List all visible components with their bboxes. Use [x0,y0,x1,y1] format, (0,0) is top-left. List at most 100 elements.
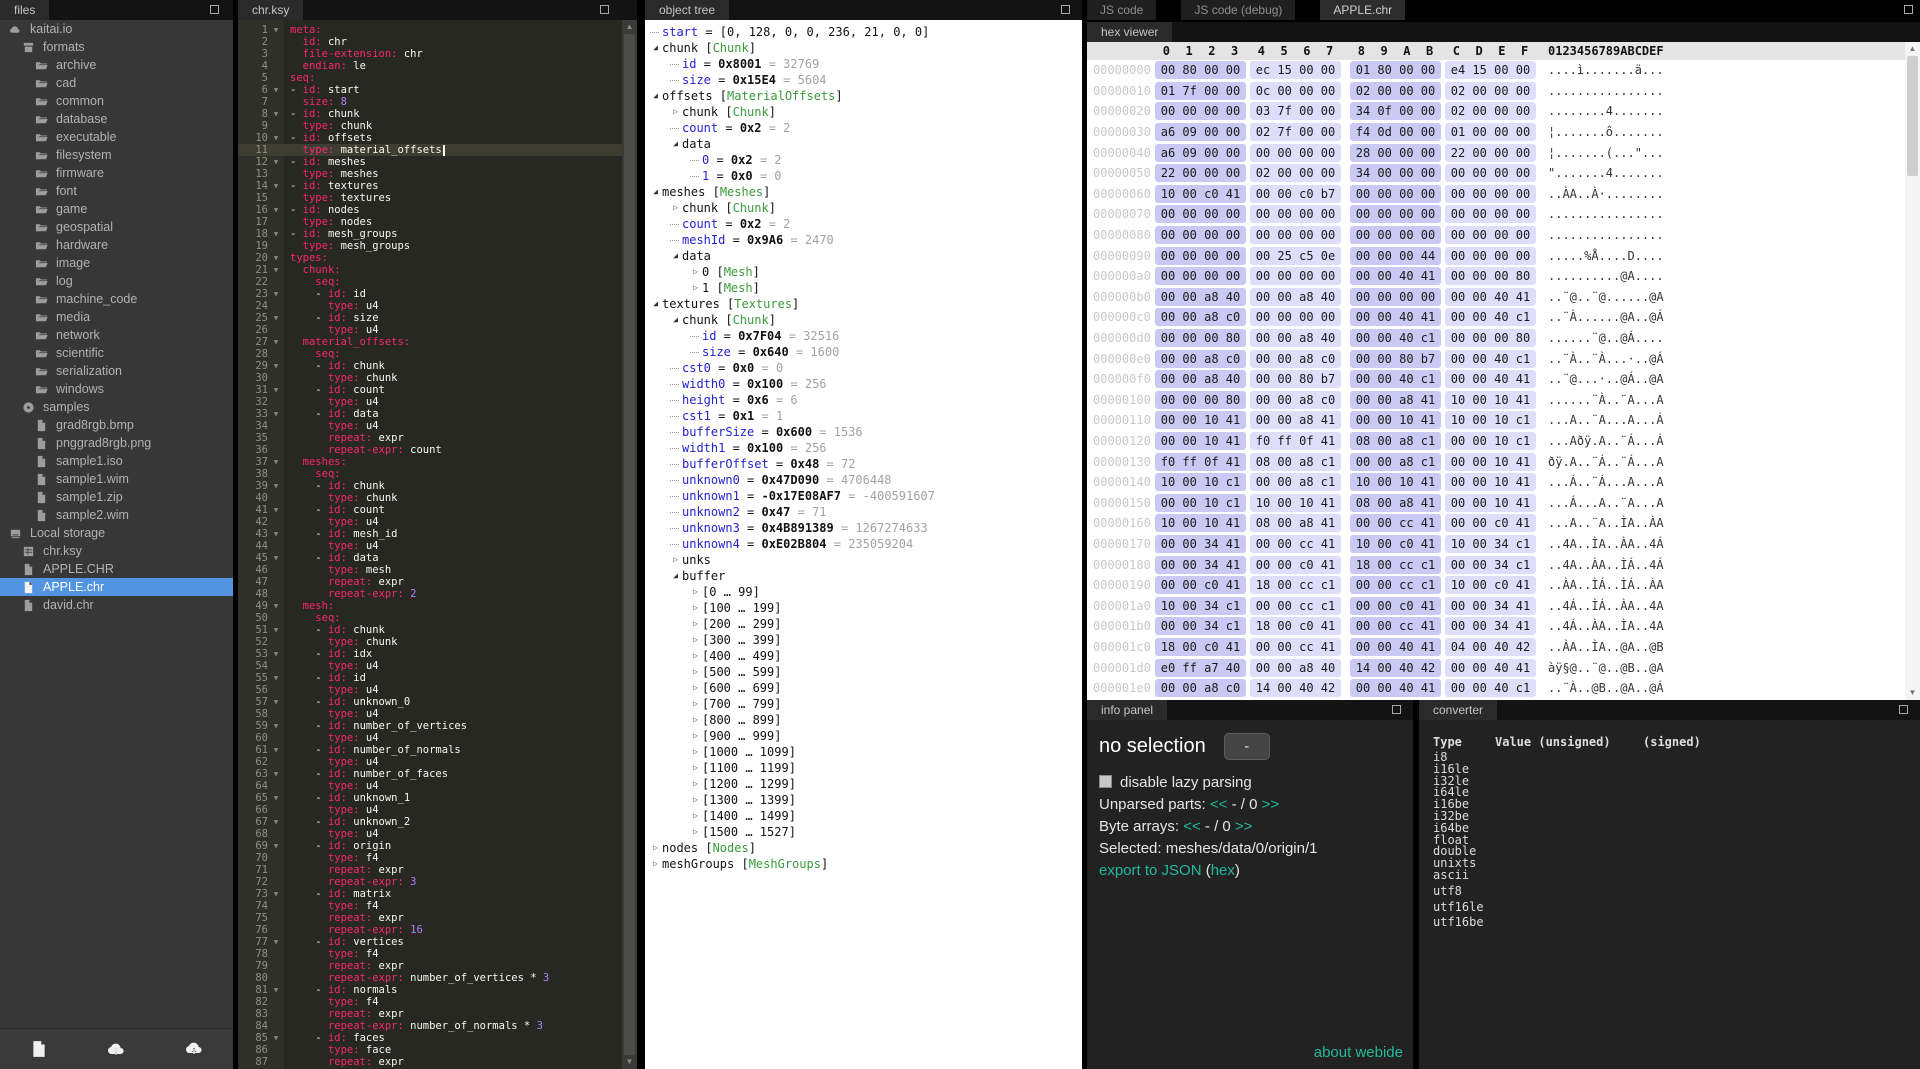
hex-byte-group[interactable]: 34 0f 00 00 [1350,102,1441,120]
object-tree-node[interactable]: count = 0x2 = 2 [645,120,1082,136]
file-tree-item[interactable]: kaitai.io [0,20,233,38]
hex-row[interactable]: 000000b000 00 a8 4000 00 a8 4000 00 00 0… [1087,287,1920,308]
fold-arrow-icon[interactable]: ▼ [268,456,284,468]
object-tree-node[interactable]: ▷[700 … 799] [645,696,1082,712]
hex-row[interactable]: 000001e000 00 a8 c014 00 40 4200 00 40 4… [1087,678,1920,699]
file-tree-item[interactable]: media [0,308,233,326]
hex-byte-group[interactable]: 00 00 a8 41 [1350,391,1441,409]
hex-byte-group[interactable]: 34 00 00 00 [1350,164,1441,182]
file-tree-item[interactable]: common [0,92,233,110]
hex-byte-group[interactable]: 10 00 10 c1 [1445,411,1536,429]
expanded-arrow-icon[interactable]: ◢ [649,184,662,200]
hex-ascii[interactable]: ...Aðÿ.A..¨Á...Á [1548,434,1664,448]
fold-arrow-icon[interactable]: ▼ [268,156,284,168]
object-tree-node[interactable]: id = 0x8001 = 32769 [645,56,1082,72]
hex-byte-group[interactable]: 08 00 a8 41 [1250,514,1341,532]
hex-ascii[interactable]: ..ÀA..ÌÁ..ÌÁ..ÀA [1548,578,1664,592]
hex-byte-group[interactable]: 00 00 34 41 [1155,535,1246,553]
object-tree-node[interactable]: unknown4 = 0xE02B804 = 235059204 [645,536,1082,552]
hex-byte-group[interactable]: 10 00 c0 41 [1155,185,1246,203]
editor-line[interactable]: 28 seq: [238,348,622,360]
editor-line[interactable]: 38 seq: [238,468,622,480]
hex-byte-group[interactable]: 08 00 a8 c1 [1250,453,1341,471]
file-tree-item[interactable]: machine_code [0,290,233,308]
editor-line[interactable]: 10▼- id: offsets [238,132,622,144]
hex-byte-group[interactable]: 00 00 40 41 [1445,370,1536,388]
file-tree-item[interactable]: david.chr [0,596,233,614]
disable-lazy-parsing-checkbox[interactable] [1099,775,1112,788]
scroll-down-icon[interactable]: ▼ [1905,686,1920,700]
file-tree-item[interactable]: sample1.iso [0,452,233,470]
object-tree-node[interactable]: ▷[100 … 199] [645,600,1082,616]
fold-arrow-icon[interactable]: ▼ [268,264,284,276]
hex-byte-group[interactable]: 00 00 00 00 [1155,205,1246,223]
editor-scrollbar[interactable]: ▲ ▼ [622,20,637,1069]
file-tree-item[interactable]: scientific [0,344,233,362]
editor-line[interactable]: 43▼ - id: mesh_id [238,528,622,540]
editor-line[interactable]: 85▼ - id: faces [238,1032,622,1044]
editor-line[interactable]: 13 type: meshes [238,168,622,180]
hex-byte-group[interactable]: 00 00 a8 40 [1155,288,1246,306]
hex-row[interactable]: 0000019000 00 c0 4118 00 cc c100 00 cc c… [1087,575,1920,596]
editor-line[interactable]: 74 type: f4 [238,900,622,912]
editor-line[interactable]: 81▼ - id: normals [238,984,622,996]
editor-line[interactable]: 50 seq: [238,612,622,624]
file-tree-item[interactable]: grad8rgb.bmp [0,416,233,434]
hex-ascii[interactable]: ...A..¨A..ÌA..ÀA [1548,516,1664,530]
hex-byte-group[interactable]: 00 00 00 00 [1445,247,1536,265]
hex-byte-group[interactable]: 00 00 10 41 [1445,473,1536,491]
editor-line[interactable]: 27▼ material_offsets: [238,336,622,348]
expanded-arrow-icon[interactable]: ◢ [649,88,662,104]
hex-byte-group[interactable]: f4 0d 00 00 [1350,123,1441,141]
editor-line[interactable]: 73▼ - id: matrix [238,888,622,900]
fold-arrow-icon[interactable]: ▼ [268,312,284,324]
hex-byte-group[interactable]: 00 00 00 00 [1250,267,1341,285]
hex-row[interactable]: 0000002000 00 00 0003 7f 00 0034 0f 00 0… [1087,101,1920,122]
editor-line[interactable]: 59▼ - id: number_of_vertices [238,720,622,732]
file-tree-item[interactable]: serialization [0,362,233,380]
hex-row[interactable]: 0000006010 00 c0 4100 00 c0 b700 00 00 0… [1087,184,1920,205]
object-tree-node[interactable]: cst0 = 0x0 = 0 [645,360,1082,376]
file-tree-item[interactable]: log [0,272,233,290]
hex-ascii[interactable]: ¦.......(..."... [1548,146,1664,160]
hex-byte-group[interactable]: 00 00 40 41 [1445,288,1536,306]
hex-byte-group[interactable]: 00 00 40 41 [1350,679,1441,697]
hex-byte-group[interactable]: 00 00 a8 c0 [1250,391,1341,409]
editor-line[interactable]: 49▼ mesh: [238,600,622,612]
editor-line[interactable]: 71 repeat: expr [238,864,622,876]
object-tree-node[interactable]: ▷[200 … 299] [645,616,1082,632]
fold-arrow-icon[interactable]: ▼ [268,24,284,36]
hex-byte-group[interactable]: 02 00 00 00 [1250,164,1341,182]
object-tree-node[interactable]: ▷[800 … 899] [645,712,1082,728]
collapsed-arrow-icon[interactable]: ▷ [689,712,702,728]
editor-line[interactable]: 79 repeat: expr [238,960,622,972]
hex-byte-group[interactable]: 00 00 cc c1 [1250,597,1341,615]
hex-byte-group[interactable]: 00 00 a8 c0 [1250,350,1341,368]
export-json-link[interactable]: export to JSON [1099,862,1202,879]
fold-arrow-icon[interactable]: ▼ [268,672,284,684]
hex-byte-group[interactable]: 00 00 40 c1 [1350,370,1441,388]
new-file-icon[interactable] [29,1039,49,1059]
hex-byte-group[interactable]: 08 00 a8 41 [1350,494,1441,512]
hex-byte-group[interactable]: 22 00 00 00 [1155,164,1246,182]
editor-line[interactable]: 37▼ meshes: [238,456,622,468]
fold-arrow-icon[interactable]: ▼ [268,408,284,420]
fold-arrow-icon[interactable]: ▼ [268,228,284,240]
hex-byte-group[interactable]: 18 00 c0 41 [1155,638,1246,656]
hex-byte-group[interactable]: 00 00 34 41 [1445,617,1536,635]
hex-byte-group[interactable]: 00 00 cc 41 [1250,638,1341,656]
file-tree-item[interactable]: formats [0,38,233,56]
editor-line[interactable]: 87 repeat: expr [238,1056,622,1068]
editor-line[interactable]: 48 repeat-expr: 2 [238,588,622,600]
object-tree-node[interactable]: start = [0, 128, 0, 0, 236, 21, 0, 0] [645,24,1082,40]
editor-line[interactable]: 80 repeat-expr: number_of_vertices * 3 [238,972,622,984]
editor-line[interactable]: 46 type: mesh [238,564,622,576]
collapsed-arrow-icon[interactable]: ▷ [689,728,702,744]
object-tree-node[interactable]: ▷chunk [Chunk] [645,104,1082,120]
file-tree-item[interactable]: APPLE.chr [0,578,233,596]
object-tree-node[interactable]: ◢textures [Textures] [645,296,1082,312]
hex-byte-group[interactable]: 00 00 c0 41 [1155,576,1246,594]
hex-ascii[interactable]: ...A..¨A...A...Á [1548,413,1664,427]
maximize-icon[interactable] [210,5,219,14]
hex-ascii[interactable]: ..¨À..¨À...·..@Á [1548,352,1664,366]
